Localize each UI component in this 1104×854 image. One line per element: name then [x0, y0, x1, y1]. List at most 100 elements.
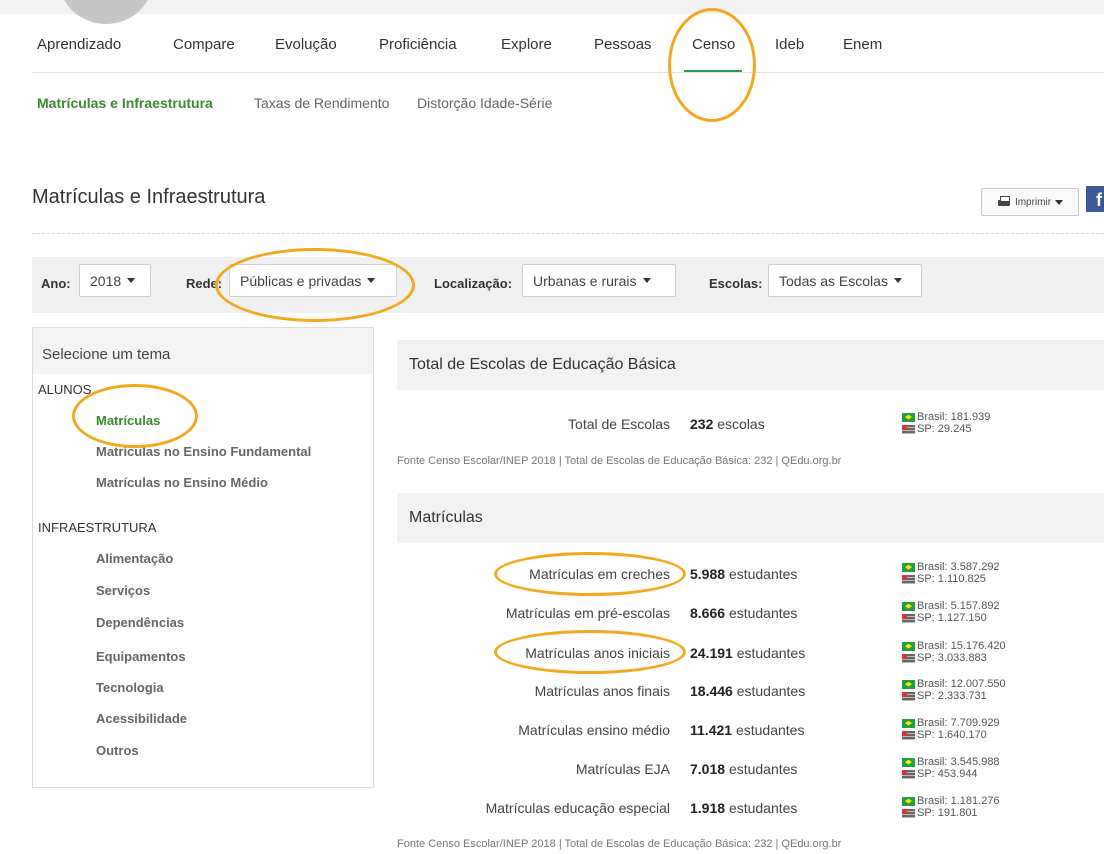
- sp-value: SP: 1.127.150: [917, 612, 987, 624]
- sidebar-item-dependencias[interactable]: Dependências: [96, 615, 184, 630]
- sidebar: Selecione um tema ALUNOS Matrículas Matr…: [32, 327, 374, 788]
- nav-item-enem[interactable]: Enem: [843, 36, 882, 53]
- source-note: Fonte Censo Escolar/INEP 2018 | Total de…: [397, 838, 842, 850]
- row-unit: escolas: [717, 416, 765, 432]
- filter-escolas-value: Todas as Escolas: [779, 272, 888, 289]
- row-compare: Brasil: 181.939 SP: 29.245: [902, 411, 990, 435]
- sidebar-section-alunos: ALUNOS: [38, 382, 92, 397]
- nav-item-proficiencia[interactable]: Proficiência: [379, 36, 457, 53]
- nav-divider: [32, 72, 1104, 73]
- sidebar-item-matriculas[interactable]: Matrículas: [96, 413, 160, 428]
- brazil-flag-icon: [902, 412, 915, 422]
- sp-value: SP: 1.110.825: [917, 573, 986, 585]
- chevron-down-icon: [893, 278, 902, 283]
- sidebar-section-infraestrutura: INFRAESTRUTURA: [38, 520, 157, 535]
- chevron-down-icon: [127, 278, 136, 283]
- row-compare: Brasil: 1.181.276 SP: 191.801: [902, 795, 1000, 819]
- row-number: 1.918: [690, 800, 726, 816]
- filter-localizacao-label: Localização:: [434, 276, 513, 291]
- row-number: 7.018: [690, 761, 726, 777]
- row-value: 5.988 estudantes: [690, 566, 797, 582]
- row-value: 232 escolas: [690, 416, 765, 432]
- brasil-value: Brasil: 12.007.550: [917, 678, 1006, 690]
- filter-escolas-select[interactable]: Todas as Escolas: [768, 264, 922, 297]
- print-label: Imprimir: [1014, 196, 1052, 208]
- brazil-flag-icon: [902, 601, 915, 611]
- sidebar-item-matriculas-medio[interactable]: Matrículas no Ensino Médio: [96, 475, 268, 490]
- brasil-value: Brasil: 1.181.276: [917, 795, 1000, 807]
- row-value: 24.191 estudantes: [690, 645, 805, 661]
- nav-item-compare[interactable]: Compare: [173, 36, 235, 53]
- nav-item-pessoas[interactable]: Pessoas: [594, 36, 652, 53]
- subnav-item-taxas-rendimento[interactable]: Taxas de Rendimento: [254, 95, 389, 111]
- row-unit: estudantes: [728, 761, 798, 777]
- source-note: Fonte Censo Escolar/INEP 2018 | Total de…: [397, 455, 842, 467]
- filter-rede-select[interactable]: Públicas e privadas: [229, 264, 397, 297]
- row-compare: Brasil: 3.545.988 SP: 453.944: [902, 756, 1000, 780]
- annotation-circle: [668, 8, 756, 122]
- row-label: Total de Escolas: [568, 416, 670, 432]
- matriculas-panel-header: Matrículas: [397, 493, 1104, 543]
- brasil-value: Brasil: 3.587.292: [917, 561, 1000, 573]
- sidebar-item-acessibilidade[interactable]: Acessibilidade: [96, 711, 187, 726]
- filter-localizacao-value: Urbanas e rurais: [533, 272, 637, 289]
- nav-item-ideb[interactable]: Ideb: [775, 36, 804, 53]
- sp-flag-icon: [902, 808, 915, 818]
- sp-value: SP: 1.640.170: [917, 729, 987, 741]
- row-number: 232: [690, 416, 714, 432]
- brasil-value: Brasil: 3.545.988: [917, 756, 1000, 768]
- sidebar-item-servicos[interactable]: Serviços: [96, 583, 150, 598]
- filter-localizacao-select[interactable]: Urbanas e rurais: [522, 264, 676, 297]
- row-unit: estudantes: [728, 605, 798, 621]
- nav-item-explore[interactable]: Explore: [501, 36, 552, 53]
- row-label: Matrículas em creches: [529, 566, 670, 582]
- sp-value: SP: 453.944: [917, 768, 978, 780]
- chevron-down-icon: [367, 278, 376, 283]
- top-strip: [0, 0, 1104, 14]
- brazil-flag-icon: [902, 641, 915, 651]
- sp-value: SP: 3.033.883: [917, 652, 987, 664]
- row-unit: estudantes: [735, 722, 805, 738]
- sp-flag-icon: [902, 574, 915, 584]
- brasil-value: Brasil: 7.709.929: [917, 717, 1000, 729]
- brasil-value: Brasil: 181.939: [917, 411, 991, 423]
- sidebar-item-matriculas-fundamental[interactable]: Matrículas no Ensino Fundamental: [96, 444, 311, 459]
- row-compare: Brasil: 15.176.420 SP: 3.033.883: [902, 640, 1006, 664]
- nav-item-censo[interactable]: Censo: [692, 36, 735, 53]
- nav-item-evolucao[interactable]: Evolução: [275, 36, 337, 53]
- row-value: 1.918 estudantes: [690, 800, 797, 816]
- row-unit: estudantes: [728, 800, 798, 816]
- facebook-icon[interactable]: f: [1086, 186, 1104, 212]
- row-compare: Brasil: 12.007.550 SP: 2.333.731: [902, 678, 1006, 702]
- subnav-item-matriculas-infraestrutura[interactable]: Matrículas e Infraestrutura: [37, 95, 213, 111]
- escolas-panel-header: Total de Escolas de Educação Básica: [397, 340, 1104, 390]
- sp-value: SP: 2.333.731: [917, 690, 987, 702]
- row-value: 7.018 estudantes: [690, 761, 797, 777]
- print-button[interactable]: Imprimir: [981, 188, 1079, 216]
- subnav-item-distorcao[interactable]: Distorção Idade-Série: [417, 95, 552, 111]
- sp-flag-icon: [902, 769, 915, 779]
- brazil-flag-icon: [902, 679, 915, 689]
- sidebar-header: Selecione um tema: [33, 328, 373, 374]
- row-number: 5.988: [690, 566, 726, 582]
- row-unit: estudantes: [736, 683, 806, 699]
- sidebar-item-outros[interactable]: Outros: [96, 743, 139, 758]
- row-compare: Brasil: 7.709.929 SP: 1.640.170: [902, 717, 1000, 741]
- filter-ano-select[interactable]: 2018: [79, 264, 151, 297]
- nav-item-aprendizado[interactable]: Aprendizado: [37, 36, 121, 53]
- chevron-down-icon: [1055, 199, 1064, 205]
- row-number: 24.191: [690, 645, 733, 661]
- brazil-flag-icon: [902, 718, 915, 728]
- filter-ano-value: 2018: [90, 272, 122, 289]
- sp-flag-icon: [902, 730, 915, 740]
- sp-flag-icon: [902, 691, 915, 701]
- sidebar-item-alimentacao[interactable]: Alimentação: [96, 551, 173, 566]
- sidebar-item-tecnologia[interactable]: Tecnologia: [96, 680, 164, 695]
- row-value: 11.421 estudantes: [690, 722, 804, 738]
- row-unit: estudantes: [736, 645, 806, 661]
- sp-flag-icon: [902, 613, 915, 623]
- sp-value: SP: 29.245: [917, 423, 972, 435]
- row-number: 8.666: [690, 605, 726, 621]
- row-number: 11.421: [690, 722, 733, 738]
- sidebar-item-equipamentos[interactable]: Equipamentos: [96, 649, 186, 664]
